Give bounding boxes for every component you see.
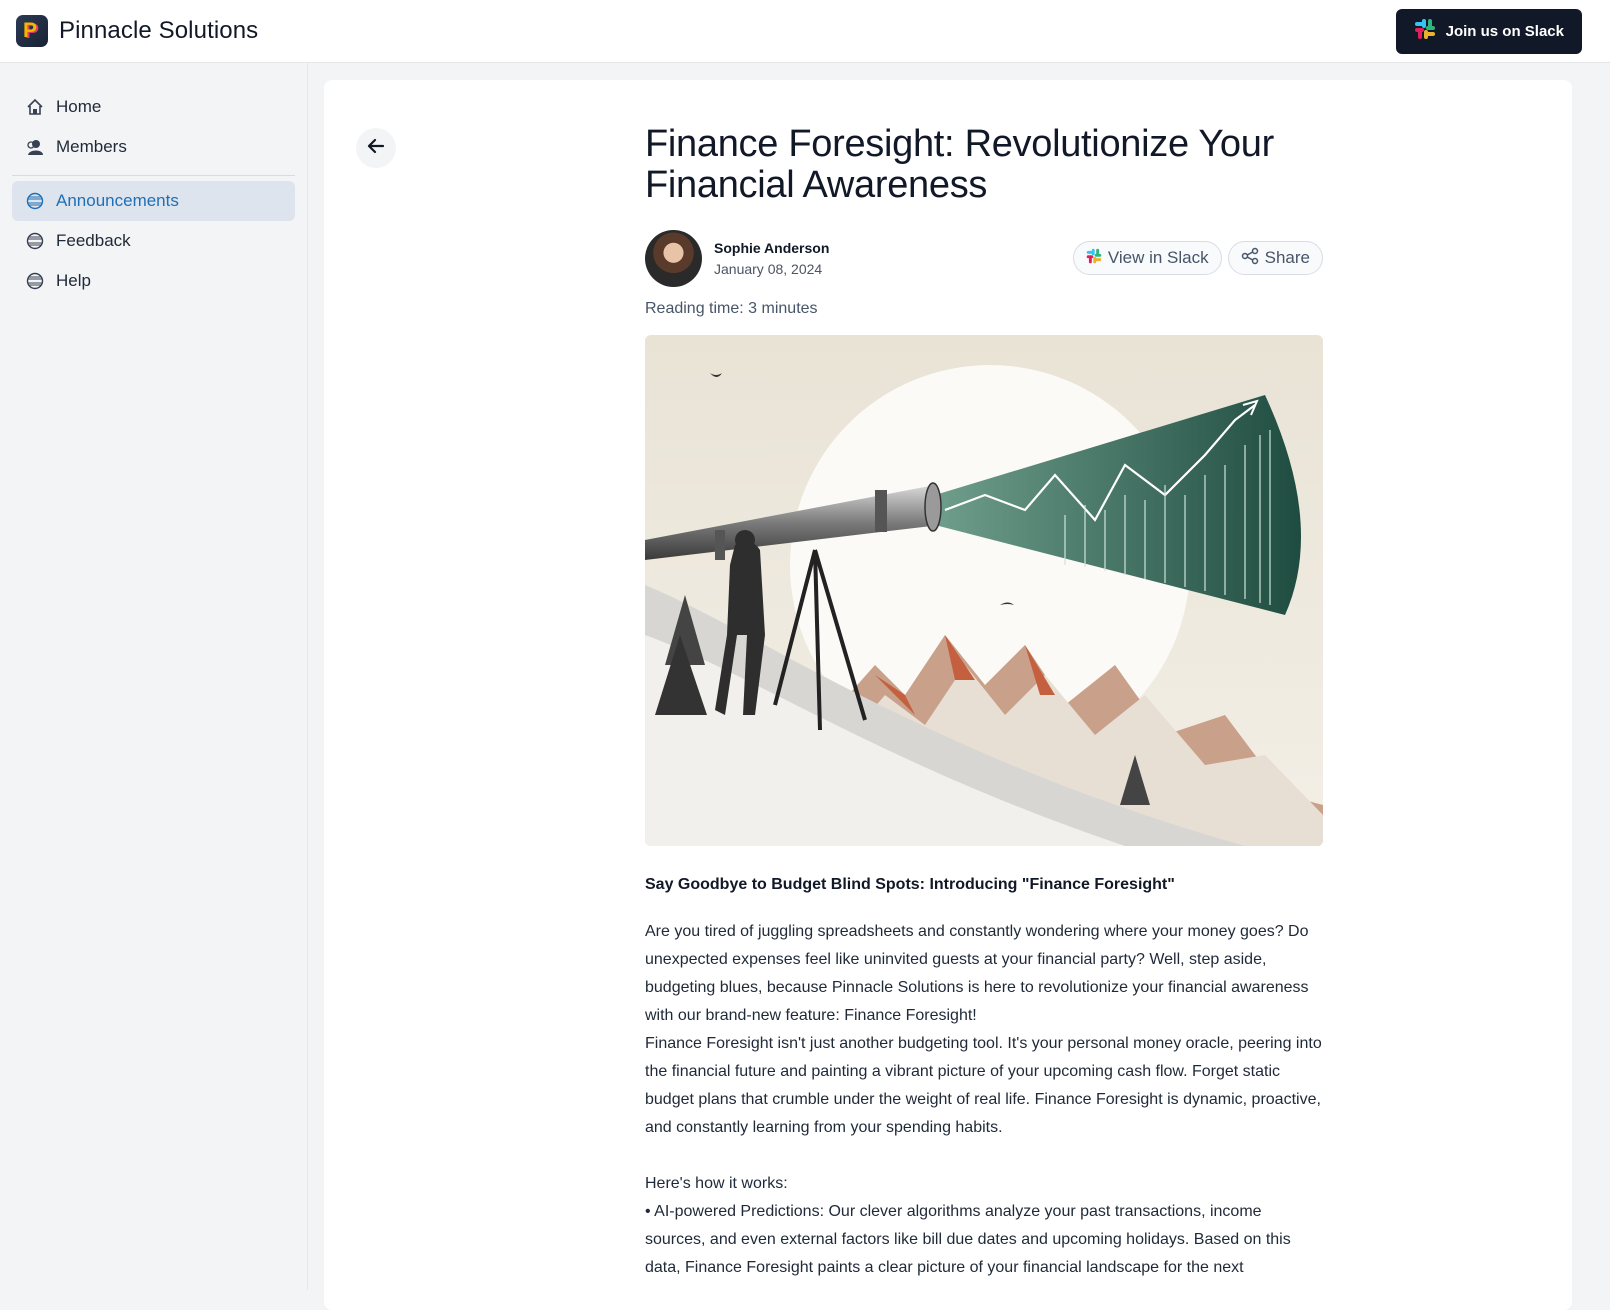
article-actions: View in Slack Share xyxy=(1072,241,1323,275)
sidebar: Home Members Announcements Feedback Help xyxy=(0,63,308,1290)
view-in-slack-label: View in Slack xyxy=(1107,248,1209,267)
arrow-left-icon xyxy=(366,136,386,161)
slack-icon xyxy=(1414,18,1436,44)
article-body: Are you tired of juggling spreadsheets a… xyxy=(645,918,1323,1282)
paragraph: Are you tired of juggling spreadsheets a… xyxy=(645,923,1309,1024)
sidebar-item-label: Help xyxy=(56,271,91,290)
join-slack-button[interactable]: Join us on Slack xyxy=(1395,8,1582,54)
sidebar-item-label: Feedback xyxy=(56,231,131,250)
sidebar-item-feedback[interactable]: Feedback xyxy=(12,221,295,261)
main-content: Finance Foresight: Revolutionize Your Fi… xyxy=(324,80,1572,1310)
paragraph: Finance Foresight isn't just another bud… xyxy=(645,1035,1322,1136)
globe-icon xyxy=(26,192,44,210)
slack-icon xyxy=(1086,248,1102,269)
reading-time: Reading time: 3 minutes xyxy=(645,300,818,317)
home-icon xyxy=(26,98,44,116)
brand[interactable]: P Pinnacle Solutions xyxy=(16,15,258,47)
share-button[interactable]: Share xyxy=(1227,241,1323,275)
sidebar-divider xyxy=(12,175,295,176)
globe-icon xyxy=(26,232,44,250)
sidebar-item-label: Home xyxy=(56,97,102,116)
view-in-slack-button[interactable]: View in Slack xyxy=(1072,241,1222,275)
sidebar-item-label: Members xyxy=(56,137,127,156)
globe-icon xyxy=(26,272,44,290)
join-slack-label: Join us on Slack xyxy=(1445,22,1564,40)
back-button[interactable] xyxy=(356,128,396,168)
sidebar-item-members[interactable]: Members xyxy=(12,127,295,167)
article-title: Finance Foresight: Revolutionize Your Fi… xyxy=(645,123,1274,206)
list-item: • AI-powered Predictions: Our clever alg… xyxy=(645,1203,1291,1276)
author-name: Sophie Anderson xyxy=(714,239,830,256)
app-name: Pinnacle Solutions xyxy=(59,17,259,44)
hero-image xyxy=(645,335,1323,846)
publish-date: January 08, 2024 xyxy=(714,260,823,277)
sidebar-item-home[interactable]: Home xyxy=(12,87,295,127)
sidebar-item-help[interactable]: Help xyxy=(12,261,295,301)
avatar xyxy=(645,229,702,287)
app-logo: P xyxy=(16,15,48,47)
paragraph: Here's how it works: xyxy=(645,1175,788,1192)
article-subtitle: Say Goodbye to Budget Blind Spots: Intro… xyxy=(645,876,1175,893)
sidebar-item-announcements[interactable]: Announcements xyxy=(12,181,295,221)
author-block: Sophie Anderson January 08, 2024 xyxy=(645,229,830,287)
share-icon xyxy=(1241,247,1259,270)
top-bar: P Pinnacle Solutions Join us on Slack xyxy=(0,0,1610,63)
members-icon xyxy=(26,138,44,156)
article-meta: Sophie Anderson January 08, 2024 View in… xyxy=(645,229,1323,287)
share-label: Share xyxy=(1264,248,1310,267)
sidebar-item-label: Announcements xyxy=(56,191,179,210)
article: Finance Foresight: Revolutionize Your Fi… xyxy=(645,124,1323,1282)
